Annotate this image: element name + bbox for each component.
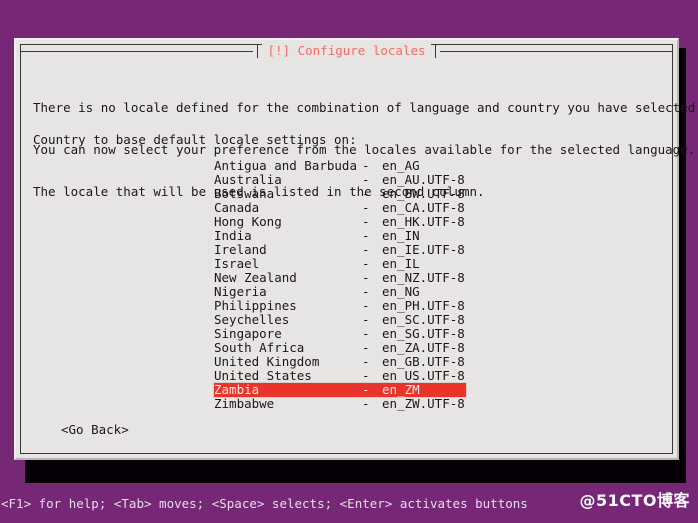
locale-code: en_ZA.UTF-8	[382, 340, 465, 355]
locale-row[interactable]: New Zealand - en_NZ.UTF-8	[214, 271, 466, 285]
locale-row[interactable]: United Kingdom - en_GB.UTF-8	[214, 355, 466, 369]
watermark: @51CTO博客	[579, 491, 690, 510]
prompt-label: Country to base default locale settings …	[33, 132, 357, 147]
locale-separator: -	[362, 200, 370, 215]
locale-row[interactable]: Hong Kong - en_HK.UTF-8	[214, 215, 466, 229]
locale-code: en_NG	[382, 284, 420, 299]
locale-row[interactable]: Israel - en_IL	[214, 257, 466, 271]
locale-code: en_PH.UTF-8	[382, 298, 465, 313]
locale-separator: -	[362, 298, 370, 313]
locale-country: New Zealand	[214, 271, 297, 285]
locale-row[interactable]: Singapore - en_SG.UTF-8	[214, 327, 466, 341]
locale-country: India	[214, 229, 252, 243]
locale-separator: -	[362, 312, 370, 327]
locale-separator: -	[362, 228, 370, 243]
locale-code: en_SC.UTF-8	[382, 312, 465, 327]
locale-country: Ireland	[214, 243, 267, 257]
locale-separator: -	[362, 396, 370, 411]
locale-code: en_IE.UTF-8	[382, 242, 465, 257]
locale-code: en_IL	[382, 256, 420, 271]
locale-code: en_ZM	[382, 382, 420, 397]
locale-country: Philippines	[214, 299, 297, 313]
locale-code: en_BW.UTF-8	[382, 186, 465, 201]
locale-list[interactable]: Antigua and Barbuda - en_AG Australia - en_AU…	[213, 159, 467, 411]
locale-country: Zambia	[214, 383, 260, 397]
locale-separator: -	[362, 382, 370, 397]
locale-code: en_NZ.UTF-8	[382, 270, 465, 285]
locale-country: Nigeria	[214, 285, 267, 299]
locale-code: en_IN	[382, 228, 420, 243]
locale-code: en_US.UTF-8	[382, 368, 465, 383]
go-back-button-wrapper: <Go Back>	[61, 423, 129, 437]
locale-country: Antigua and Barbuda	[214, 159, 357, 173]
locale-code: en_GB.UTF-8	[382, 354, 465, 369]
installer-screen: [!] Configure locales There is no locale…	[0, 0, 698, 523]
locale-country: Singapore	[214, 327, 282, 341]
locale-country: United Kingdom	[214, 355, 320, 369]
locale-country: Canada	[214, 201, 260, 215]
locale-row[interactable]: Antigua and Barbuda - en_AG	[214, 159, 466, 173]
locale-row[interactable]: Ireland - en_IE.UTF-8	[214, 243, 466, 257]
locale-separator: -	[362, 158, 370, 173]
locale-row[interactable]: Zambia - en_ZM	[213, 382, 467, 398]
locale-separator: -	[362, 256, 370, 271]
locale-row[interactable]: India - en_IN	[214, 229, 466, 243]
locale-country: Botswana	[214, 187, 275, 201]
keyboard-hint-text: <F1> for help; <Tab> moves; <Space> sele…	[1, 496, 528, 511]
locale-row[interactable]: Canada - en_CA.UTF-8	[214, 201, 466, 215]
locale-separator: -	[362, 242, 370, 257]
locale-separator: -	[362, 354, 370, 369]
go-back-button[interactable]: <Go Back>	[61, 423, 129, 437]
locale-code: en_SG.UTF-8	[382, 326, 465, 341]
dialog-content: There is no locale defined for the combi…	[21, 45, 698, 453]
locale-country: Seychelles	[214, 313, 290, 327]
locale-separator: -	[362, 368, 370, 383]
locale-separator: -	[362, 340, 370, 355]
locale-row[interactable]: Zimbabwe - en_ZW.UTF-8	[214, 397, 466, 411]
configure-locales-dialog: [!] Configure locales There is no locale…	[14, 38, 698, 460]
locale-separator: -	[362, 270, 370, 285]
locale-code: en_ZW.UTF-8	[382, 396, 465, 411]
locale-country: United States	[214, 369, 312, 383]
locale-country: Zimbabwe	[214, 397, 275, 411]
locale-row[interactable]: Philippines - en_PH.UTF-8	[214, 299, 466, 313]
locale-row[interactable]: Seychelles - en_SC.UTF-8	[214, 313, 466, 327]
locale-code: en_CA.UTF-8	[382, 200, 465, 215]
locale-country: Australia	[214, 173, 282, 187]
locale-code: en_AU.UTF-8	[382, 172, 465, 187]
locale-code: en_AG	[382, 158, 420, 173]
locale-separator: -	[362, 326, 370, 341]
locale-row[interactable]: Nigeria - en_NG	[214, 285, 466, 299]
locale-separator: -	[362, 284, 370, 299]
locale-country: South Africa	[214, 341, 305, 355]
locale-row[interactable]: Australia - en_AU.UTF-8	[214, 173, 466, 187]
locale-row[interactable]: United States - en_US.UTF-8	[214, 369, 466, 383]
dialog-inner-frame: [!] Configure locales There is no locale…	[20, 43, 698, 454]
locale-separator: -	[362, 214, 370, 229]
description-line-1: There is no locale defined for the combi…	[33, 100, 698, 115]
locale-code: en_HK.UTF-8	[382, 214, 465, 229]
locale-row[interactable]: South Africa - en_ZA.UTF-8	[214, 341, 466, 355]
locale-separator: -	[362, 172, 370, 187]
locale-row[interactable]: Botswana - en_BW.UTF-8	[214, 187, 466, 201]
locale-country: Israel	[214, 257, 260, 271]
locale-country: Hong Kong	[214, 215, 282, 229]
locale-separator: -	[362, 186, 370, 201]
